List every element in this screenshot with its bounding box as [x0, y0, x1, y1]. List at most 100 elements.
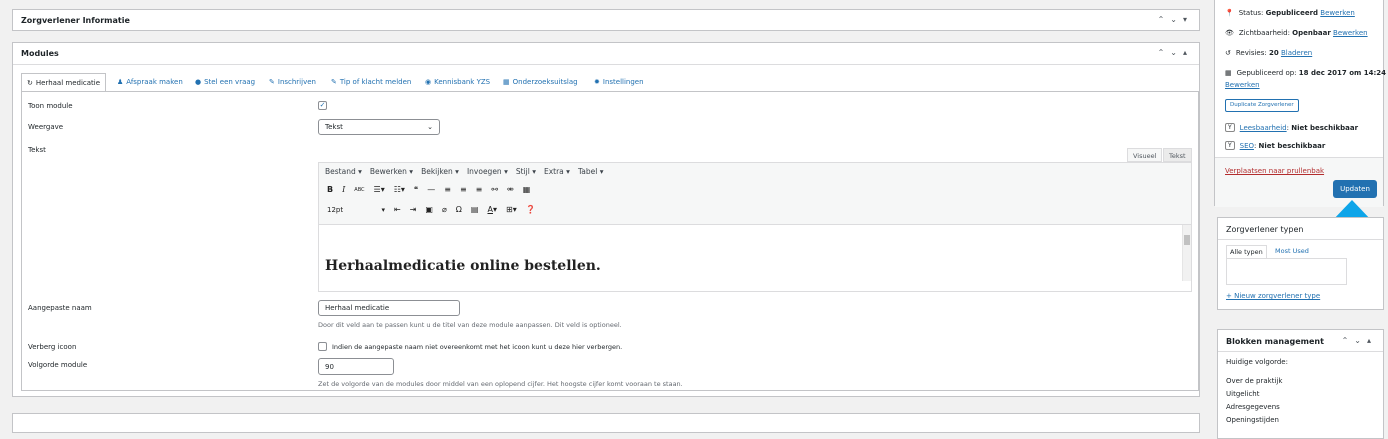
seo-link[interactable]: SEO — [1240, 142, 1254, 150]
duplicate-button[interactable]: Duplicate Zorgverlener — [1225, 99, 1299, 112]
visibility-row: 👁 Zichtbaarheid: Openbaar Bewerken — [1225, 29, 1368, 37]
verberg-icoon-checkbox[interactable] — [318, 342, 327, 351]
aangepaste-naam-input[interactable]: Herhaal medicatie — [318, 300, 460, 316]
zorgverlener-typen-box: Zorgverlener typen Alle typen Most Used … — [1217, 217, 1384, 310]
help-icon[interactable]: ❓ — [526, 205, 536, 214]
tab-afspraak-maken[interactable]: ♟ Afspraak maken — [117, 73, 183, 91]
gear-icon: ✹ — [594, 78, 600, 86]
editor-tab-text[interactable]: Tekst — [1163, 148, 1192, 162]
trash-link[interactable]: Verplaatsen naar prullenbak — [1225, 167, 1324, 175]
modules-title: Modules — [21, 49, 59, 58]
align-center-icon[interactable]: ≡ — [460, 185, 467, 194]
menu-invoegen[interactable]: Invoegen ▾ — [467, 167, 508, 176]
editor: Bestand ▾ Bewerken ▾ Bekijken ▾ Invoegen… — [318, 162, 1192, 292]
order-label: Huidige volgorde: — [1226, 358, 1288, 366]
align-left-icon[interactable]: ≡ — [444, 185, 451, 194]
align-right-icon[interactable]: ≡ — [476, 185, 483, 194]
tab-tip-of-klacht[interactable]: ✎ Tip of klacht melden — [331, 73, 411, 91]
calendar-icon: ▦ — [503, 78, 510, 86]
globe-icon: ◉ — [425, 78, 432, 86]
link-icon[interactable]: ⚯ — [491, 185, 498, 194]
box-controls[interactable]: ⌃⌄▴ — [1158, 48, 1193, 57]
bold-icon[interactable]: B — [327, 185, 333, 194]
verberg-icoon-label: Verberg icoon — [28, 343, 77, 351]
calendar-icon: ▦ — [1225, 69, 1232, 77]
next-box — [12, 413, 1200, 433]
toolbar-toggle-icon[interactable]: ▦ — [523, 185, 531, 194]
block-item[interactable]: Over de praktijk — [1226, 377, 1282, 385]
table-icon[interactable]: ⊞▾ — [506, 205, 517, 214]
refresh-icon: ↻ — [27, 78, 33, 87]
pin-icon: 📍 — [1225, 9, 1234, 17]
bullet-list-icon[interactable]: ☰▾ — [374, 185, 385, 194]
italic-icon[interactable]: I — [342, 185, 345, 194]
strikethrough-icon[interactable]: ABC — [354, 187, 364, 193]
update-button[interactable]: Updaten — [1333, 180, 1377, 198]
omega-icon[interactable]: Ω — [456, 205, 462, 214]
blockquote-icon[interactable]: ❝ — [414, 185, 418, 194]
revisions-link[interactable]: Bladeren — [1281, 49, 1312, 57]
readability-link[interactable]: Leesbaarheid — [1240, 124, 1287, 132]
tab-onderzoeksuitslag[interactable]: ▦ Onderzoeksuitslag — [503, 73, 578, 91]
clear-format-icon[interactable]: ⌀ — [442, 205, 447, 214]
unlink-icon[interactable]: ⚮ — [507, 185, 514, 194]
editor-tab-visual[interactable]: Visueel — [1127, 148, 1163, 162]
menu-stijl[interactable]: Stijl ▾ — [516, 167, 536, 176]
menu-bewerken[interactable]: Bewerken ▾ — [370, 167, 413, 176]
numbered-list-icon[interactable]: ☷▾ — [394, 185, 405, 194]
aangepaste-naam-label: Aangepaste naam — [28, 304, 92, 312]
tab-most-used[interactable]: Most Used — [1273, 245, 1311, 259]
editor-toolbar-row-2: 12pt ▾ ⇤ ⇥ ▣ ⌀ Ω ▤ A▾ ⊞▾ ❓ — [327, 205, 536, 214]
seo-row: Y SEO: Niet beschikbaar — [1225, 141, 1325, 150]
module-tabs: ↻ Herhaal medicatie ♟ Afspraak maken ● Stel… — [21, 73, 1191, 92]
tab-herhaal-medicatie[interactable]: ↻ Herhaal medicatie — [21, 73, 107, 92]
typen-title: Zorgverlener typen — [1226, 225, 1304, 234]
history-icon: ↺ — [1225, 49, 1231, 57]
box-controls[interactable]: ⌃⌄▾ — [1158, 15, 1193, 24]
tab-instellingen[interactable]: ✹ Instellingen — [594, 73, 644, 91]
edit-icon: ✎ — [269, 78, 275, 86]
editor-menubar: Bestand ▾ Bewerken ▾ Bekijken ▾ Invoegen… — [325, 167, 604, 176]
menu-extra[interactable]: Extra ▾ — [544, 167, 570, 176]
indent-icon[interactable]: ⇤ — [394, 205, 401, 214]
status-row: 📍 Status: Gepubliceerd Bewerken — [1225, 9, 1355, 17]
weergave-label: Weergave — [28, 123, 64, 131]
yoast-icon: Y — [1225, 123, 1235, 132]
typen-list[interactable] — [1226, 258, 1347, 285]
aangepaste-naam-description: Door dit veld aan te passen kunt u de ti… — [318, 321, 622, 329]
tekst-label: Tekst — [28, 146, 46, 154]
eye-icon: 👁 — [1225, 29, 1234, 37]
editor-content-heading[interactable]: Herhaalmedicatie online bestellen. — [325, 258, 601, 274]
box-controls[interactable]: ⌃⌄▴ — [1342, 336, 1377, 345]
editor-scrollbar[interactable] — [1182, 225, 1191, 281]
menu-tabel[interactable]: Tabel ▾ — [578, 167, 604, 176]
publish-box: 📍 Status: Gepubliceerd Bewerken 👁 Zichtb… — [1214, 0, 1387, 207]
tab-inschrijven[interactable]: ✎ Inschrijven — [269, 73, 316, 91]
published-edit-link[interactable]: Bewerken — [1225, 81, 1260, 89]
tab-alle-typen[interactable]: Alle typen — [1226, 245, 1267, 259]
block-item[interactable]: Openingstijden — [1226, 416, 1279, 424]
font-size-select[interactable]: 12pt ▾ — [327, 206, 385, 214]
paragraph-icon[interactable]: ▤ — [471, 205, 479, 214]
tab-kennisbank[interactable]: ◉ Kennisbank YZS — [425, 73, 490, 91]
outdent-icon[interactable]: ⇥ — [410, 205, 417, 214]
toon-module-checkbox[interactable]: ✓ — [318, 101, 327, 110]
volgorde-module-input[interactable]: 90 — [318, 358, 394, 375]
status-edit-link[interactable]: Bewerken — [1320, 9, 1355, 17]
visibility-edit-link[interactable]: Bewerken — [1333, 29, 1368, 37]
tab-stel-een-vraag[interactable]: ● Stel een vraag — [195, 73, 255, 91]
block-item[interactable]: Adresgegevens — [1226, 403, 1280, 411]
volgorde-module-description: Zet de volgorde van de modules door midd… — [318, 380, 683, 388]
horizontal-line-icon[interactable]: — — [427, 185, 435, 194]
users-icon: ♟ — [117, 78, 124, 86]
yoast-icon: Y — [1225, 141, 1235, 150]
add-type-link[interactable]: + Nieuw zorgverlener type — [1226, 292, 1320, 300]
menu-bestand[interactable]: Bestand ▾ — [325, 167, 362, 176]
block-item[interactable]: Uitgelicht — [1226, 390, 1259, 398]
blokken-title: Blokken management — [1226, 337, 1324, 346]
weergave-select[interactable]: Tekst ⌄ — [318, 119, 440, 135]
menu-bekijken[interactable]: Bekijken ▾ — [421, 167, 459, 176]
text-color-icon[interactable]: A▾ — [487, 205, 497, 214]
paste-text-icon[interactable]: ▣ — [425, 205, 433, 214]
published-row: ▦ Gepubliceerd op: 18 dec 2017 om 14:24 — [1225, 69, 1387, 77]
